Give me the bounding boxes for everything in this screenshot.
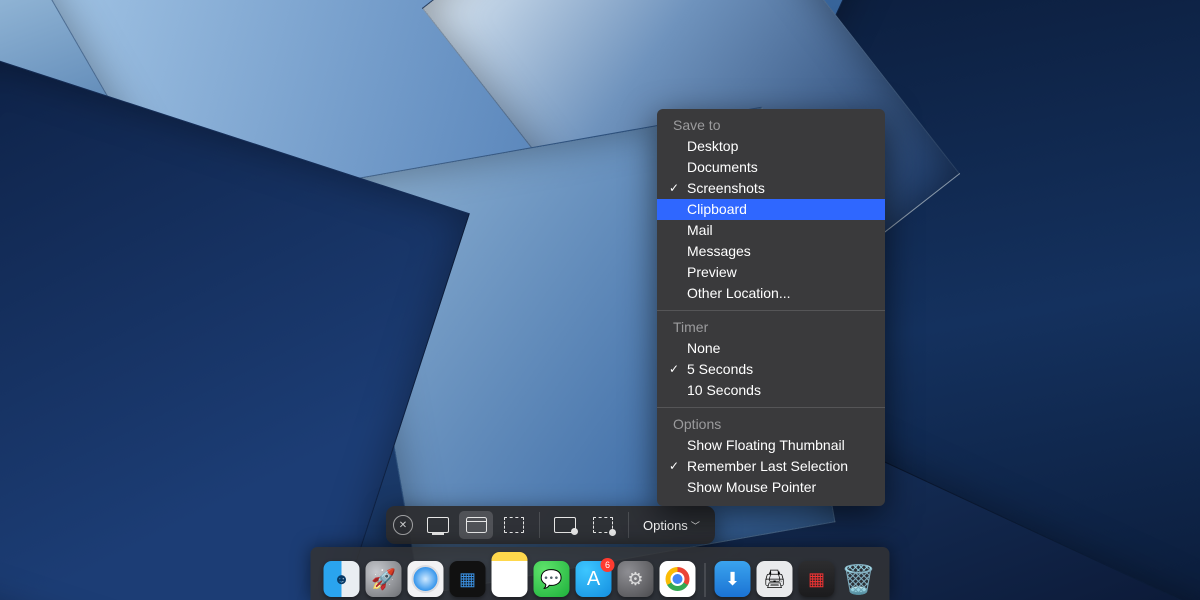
- menu-divider: [657, 310, 885, 311]
- dock-app-system-preferences[interactable]: ⚙: [618, 561, 654, 597]
- dock-app-messages[interactable]: 💬: [534, 561, 570, 597]
- capture-selection-button[interactable]: [497, 511, 531, 539]
- record-screen-icon: [554, 517, 576, 533]
- options-label: Options: [643, 518, 688, 533]
- record-selection-icon: [593, 517, 613, 533]
- menu-item-screenshots[interactable]: Screenshots: [657, 178, 885, 199]
- screenshot-toolbar: ✕ Options ﹀: [386, 506, 715, 544]
- menu-item-messages[interactable]: Messages: [657, 241, 885, 262]
- record-selection-button[interactable]: [586, 511, 620, 539]
- mission-control-icon: ▦: [459, 569, 476, 590]
- trash-icon: 🗑️: [841, 563, 876, 596]
- dock-trash[interactable]: 🗑️: [841, 561, 877, 597]
- dock: ☻ 🚀 ▦ 💬 A 6 ⚙ ⬇ 🖨 ▦ 🗑️: [311, 547, 890, 600]
- chrome-icon: [666, 567, 690, 591]
- dock-app-launchpad[interactable]: 🚀: [366, 561, 402, 597]
- dock-app-chrome[interactable]: [660, 561, 696, 597]
- downloads-icon: ⬇: [725, 569, 740, 590]
- menu-header-options: Options: [657, 414, 885, 435]
- selection-icon: [504, 517, 524, 533]
- dock-app-finder[interactable]: ☻: [324, 561, 360, 597]
- gear-icon: ⚙: [627, 569, 643, 590]
- options-button[interactable]: Options ﹀: [635, 511, 708, 539]
- options-menu: Save to Desktop Documents Screenshots Cl…: [657, 109, 885, 506]
- menu-item-preview[interactable]: Preview: [657, 262, 885, 283]
- toolbar-separator: [628, 512, 629, 538]
- app-store-badge: 6: [601, 558, 615, 572]
- window-icon: [466, 517, 487, 533]
- close-icon[interactable]: ✕: [393, 515, 413, 535]
- dock-stack-apps[interactable]: ▦: [799, 561, 835, 597]
- menu-item-timer-5s[interactable]: 5 Seconds: [657, 359, 885, 380]
- menu-header-timer: Timer: [657, 317, 885, 338]
- toolbar-separator: [539, 512, 540, 538]
- menu-item-mail[interactable]: Mail: [657, 220, 885, 241]
- messages-icon: 💬: [540, 569, 562, 590]
- menu-item-desktop[interactable]: Desktop: [657, 136, 885, 157]
- launchpad-icon: 🚀: [371, 567, 396, 592]
- safari-icon: [412, 565, 440, 593]
- menu-item-timer-none[interactable]: None: [657, 338, 885, 359]
- dock-app-notes[interactable]: [492, 552, 528, 597]
- printer-icon: 🖨: [763, 569, 786, 590]
- menu-item-documents[interactable]: Documents: [657, 157, 885, 178]
- menu-item-floating-thumbnail[interactable]: Show Floating Thumbnail: [657, 435, 885, 456]
- dock-separator: [705, 563, 706, 597]
- capture-window-button[interactable]: [459, 511, 493, 539]
- dock-app-safari[interactable]: [408, 561, 444, 597]
- dock-stack-downloads[interactable]: ⬇: [715, 561, 751, 597]
- menu-divider: [657, 407, 885, 408]
- finder-icon: ☻: [334, 571, 350, 588]
- chevron-down-icon: ﹀: [691, 519, 700, 532]
- menu-item-timer-10s[interactable]: 10 Seconds: [657, 380, 885, 401]
- menu-item-other-location[interactable]: Other Location...: [657, 283, 885, 304]
- dock-app-app-store[interactable]: A 6: [576, 561, 612, 597]
- menu-item-remember-selection[interactable]: Remember Last Selection: [657, 456, 885, 477]
- dock-app-mission-control[interactable]: ▦: [450, 561, 486, 597]
- capture-entire-screen-button[interactable]: [421, 511, 455, 539]
- menu-item-mouse-pointer[interactable]: Show Mouse Pointer: [657, 477, 885, 498]
- record-entire-screen-button[interactable]: [548, 511, 582, 539]
- app-store-icon: A: [587, 568, 600, 591]
- grid-icon: ▦: [808, 569, 825, 590]
- screen-icon: [427, 517, 449, 533]
- dock-stack-printers[interactable]: 🖨: [757, 561, 793, 597]
- menu-item-clipboard[interactable]: Clipboard: [657, 199, 885, 220]
- menu-header-save-to: Save to: [657, 115, 885, 136]
